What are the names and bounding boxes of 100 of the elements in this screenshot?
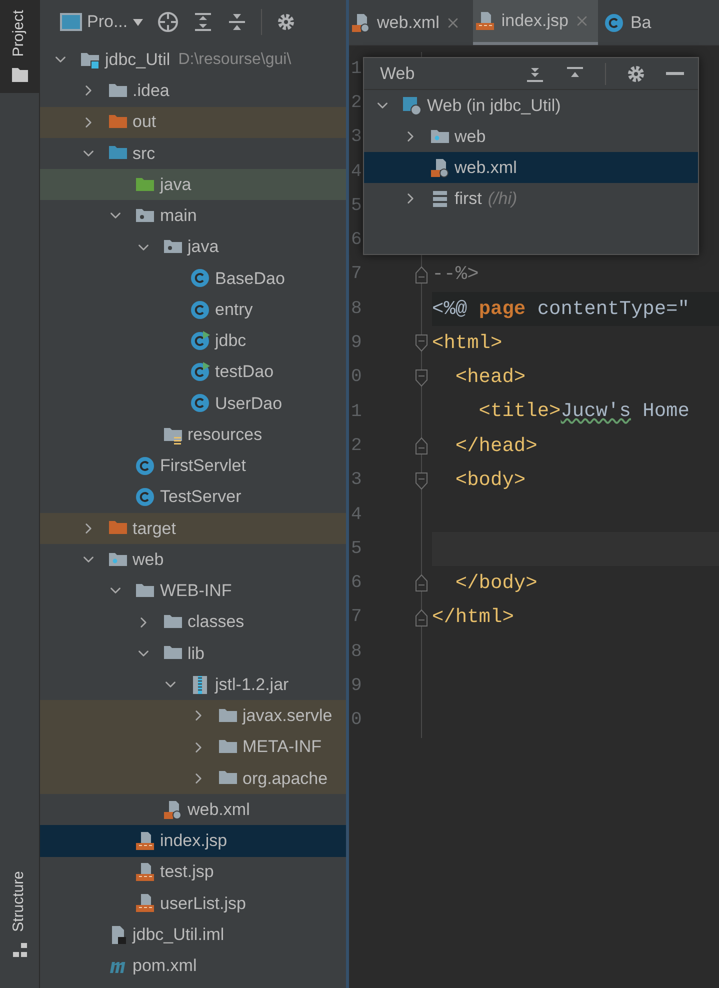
xml-file-icon bbox=[162, 800, 182, 820]
tree-item[interactable]: web.xml bbox=[40, 794, 346, 826]
editor-tab[interactable]: web.xml bbox=[349, 0, 470, 45]
tree-item[interactable]: index.jsp bbox=[40, 825, 346, 856]
jsp-file-icon bbox=[135, 830, 155, 851]
module-path: D:\resourse\gui\ bbox=[178, 50, 292, 70]
tree-item[interactable]: WEB-INF bbox=[40, 575, 346, 606]
fold-marker-icon[interactable] bbox=[415, 334, 428, 352]
tree-item[interactable]: java bbox=[40, 169, 346, 200]
tree-item[interactable]: entry bbox=[40, 294, 346, 326]
line-number: 3 bbox=[351, 126, 362, 150]
folder-icon bbox=[10, 66, 28, 83]
jsp-file-icon bbox=[475, 11, 496, 31]
archive-icon bbox=[190, 674, 210, 695]
dropdown-caret-icon bbox=[132, 18, 143, 26]
code-line: <body> bbox=[454, 468, 527, 494]
fold-marker-icon[interactable] bbox=[415, 368, 428, 387]
tree-item[interactable]: web.xml bbox=[364, 152, 698, 183]
code-line: <html> bbox=[432, 330, 504, 356]
tree-item[interactable]: FirstServlet bbox=[40, 450, 346, 482]
tree-item[interactable]: BaseDao bbox=[40, 262, 346, 294]
jsp-file-icon bbox=[135, 862, 155, 882]
tree-item[interactable]: UserDao bbox=[40, 388, 346, 419]
tree-item[interactable]: lib bbox=[40, 638, 346, 669]
structure-icon bbox=[12, 942, 28, 958]
tool-window-tab[interactable]: Structure bbox=[0, 861, 39, 968]
tree-item[interactable]: web bbox=[364, 121, 698, 152]
tree-item[interactable]: test.jsp bbox=[40, 856, 346, 888]
popup-title: Web bbox=[380, 62, 416, 85]
minimize-icon[interactable] bbox=[666, 72, 684, 76]
line-number: 9 bbox=[351, 332, 362, 356]
tree-item[interactable]: main bbox=[40, 200, 346, 232]
tree-item[interactable]: pom.xml bbox=[40, 950, 346, 982]
tree-item[interactable]: org.apache bbox=[40, 762, 346, 794]
tree-item[interactable]: Web (in jdbc_Util) bbox=[364, 90, 698, 121]
jsp-file-icon bbox=[135, 893, 155, 914]
view-selector-dropdown[interactable]: Pro... bbox=[60, 9, 143, 35]
class-icon bbox=[190, 268, 210, 288]
tree-item[interactable]: META-INF bbox=[40, 732, 346, 763]
tree-item[interactable]: jdbc bbox=[40, 325, 346, 356]
runnable-class-icon bbox=[190, 330, 210, 351]
code-line: <head> bbox=[454, 365, 527, 390]
line-number: 7 bbox=[351, 606, 362, 630]
xml-file-icon bbox=[430, 158, 450, 178]
code-line: --%> bbox=[432, 262, 480, 288]
expand-all-icon[interactable] bbox=[192, 12, 213, 32]
settings-icon[interactable] bbox=[276, 12, 296, 32]
line-number: 1 bbox=[351, 400, 362, 424]
runnable-class-icon bbox=[190, 362, 210, 382]
line-number: 8 bbox=[351, 640, 362, 664]
class-icon bbox=[190, 300, 210, 320]
editor-tab[interactable]: index.jsp bbox=[473, 0, 598, 45]
fold-marker-icon[interactable] bbox=[415, 266, 428, 284]
line-number: 7 bbox=[351, 263, 362, 286]
class-icon bbox=[135, 456, 155, 476]
fold-marker-icon[interactable] bbox=[415, 608, 428, 627]
class-icon bbox=[135, 487, 155, 508]
fold-marker-icon[interactable] bbox=[415, 437, 428, 456]
line-number: 8 bbox=[351, 298, 362, 321]
tool-window-tab[interactable]: Project bbox=[0, 0, 39, 93]
fold-marker-icon[interactable] bbox=[415, 472, 428, 490]
tree-item[interactable]: .idea bbox=[40, 75, 346, 106]
collapse-all-icon[interactable] bbox=[226, 12, 247, 32]
tree-item[interactable]: out bbox=[40, 106, 346, 138]
tree-item[interactable]: classes bbox=[40, 606, 346, 638]
settings-icon[interactable] bbox=[626, 64, 646, 84]
tree-item[interactable]: jstl-1.2.jar bbox=[40, 669, 346, 700]
code-line: <title>Jucw's Home bbox=[478, 399, 690, 424]
line-number: 0 bbox=[351, 366, 362, 390]
line-number: 0 bbox=[351, 709, 362, 732]
fold-marker-icon[interactable] bbox=[415, 574, 428, 592]
tree-item[interactable]: jdbc_Util D:\resourse\gui\ bbox=[40, 44, 346, 76]
line-number: 5 bbox=[351, 194, 362, 218]
line-number: 1 bbox=[351, 58, 362, 81]
tree-item[interactable]: javax.servle bbox=[40, 700, 346, 732]
editor-tab[interactable]: Ba bbox=[602, 0, 660, 45]
tree-item[interactable]: src bbox=[40, 138, 346, 169]
line-number: 2 bbox=[351, 434, 362, 458]
class-icon bbox=[604, 12, 624, 32]
line-number: 3 bbox=[351, 469, 362, 492]
locate-icon[interactable] bbox=[156, 11, 179, 33]
tree-item[interactable]: userList.jsp bbox=[40, 888, 346, 919]
code-line: </body> bbox=[454, 570, 538, 596]
line-number: 6 bbox=[351, 572, 362, 596]
tree-item[interactable]: java bbox=[40, 232, 346, 263]
window-icon bbox=[60, 12, 82, 32]
line-number: 6 bbox=[351, 229, 362, 252]
tree-item[interactable]: jdbc_Util.iml bbox=[40, 919, 346, 950]
tree-item[interactable]: target bbox=[40, 512, 346, 544]
code-line: </head> bbox=[454, 434, 538, 459]
line-number: 4 bbox=[351, 160, 362, 184]
code-line: </html> bbox=[432, 605, 515, 630]
line-number: 5 bbox=[351, 538, 362, 561]
tree-item[interactable]: web bbox=[40, 544, 346, 576]
tree-item[interactable]: first (/hi) bbox=[364, 183, 698, 214]
tree-item[interactable]: TestServer bbox=[40, 482, 346, 513]
servlet-mapping: (/hi) bbox=[488, 188, 518, 210]
tree-item[interactable]: testDao bbox=[40, 356, 346, 388]
line-number: 9 bbox=[351, 674, 362, 698]
tree-item[interactable]: resources bbox=[40, 419, 346, 450]
